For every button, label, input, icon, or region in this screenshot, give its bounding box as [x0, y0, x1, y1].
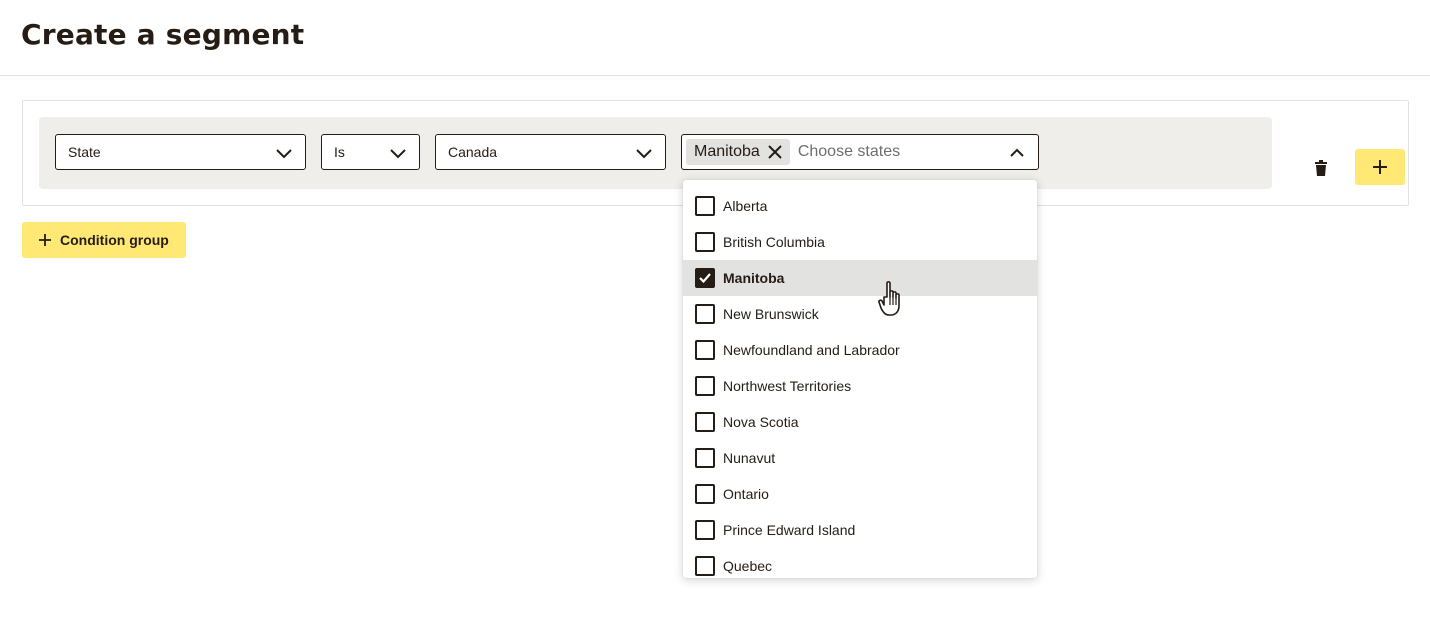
state-option-label: Newfoundland and Labrador	[723, 342, 900, 358]
operator-select[interactable]: Is	[321, 134, 420, 170]
checkmark-icon	[699, 273, 711, 284]
state-option-label: Prince Edward Island	[723, 522, 856, 538]
state-option[interactable]: Newfoundland and Labrador	[683, 332, 1037, 368]
page-title: Create a segment	[21, 18, 305, 51]
operator-select-value: Is	[334, 144, 345, 160]
states-dropdown: Alberta British Columbia Manitoba New Br…	[683, 180, 1037, 578]
state-option[interactable]: Ontario	[683, 476, 1037, 512]
state-option[interactable]: Northwest Territories	[683, 368, 1037, 404]
add-condition-group-button[interactable]: Condition group	[22, 222, 186, 258]
state-option[interactable]: Alberta	[683, 188, 1037, 224]
checkbox[interactable]	[695, 520, 715, 540]
state-option[interactable]: Nunavut	[683, 440, 1037, 476]
chevron-down-icon	[636, 149, 652, 159]
state-option[interactable]: Quebec	[683, 548, 1037, 578]
chip-label: Manitoba	[694, 143, 760, 160]
header-divider	[0, 75, 1430, 76]
state-option-label: Nova Scotia	[723, 414, 799, 430]
checkbox[interactable]	[695, 448, 715, 468]
close-icon[interactable]	[766, 143, 784, 161]
state-option[interactable]: Nova Scotia	[683, 404, 1037, 440]
checkbox[interactable]	[695, 340, 715, 360]
condition-group-label: Condition group	[60, 232, 169, 248]
state-option-selected[interactable]: Manitoba	[683, 260, 1037, 296]
field-select-value: State	[68, 144, 101, 160]
field-select[interactable]: State	[55, 134, 306, 170]
condition-row: State Is Canada Manitoba Choose states	[39, 117, 1405, 189]
state-option[interactable]: British Columbia	[683, 224, 1037, 260]
trash-icon[interactable]	[1312, 159, 1330, 177]
checkbox-checked[interactable]	[695, 268, 715, 288]
chevron-up-icon	[1010, 148, 1024, 157]
state-option-label: Nunavut	[723, 450, 776, 466]
state-option-label: Manitoba	[723, 270, 785, 286]
chevron-down-icon	[390, 149, 406, 159]
checkbox[interactable]	[695, 376, 715, 396]
country-select-value: Canada	[448, 144, 498, 160]
checkbox[interactable]	[695, 304, 715, 324]
plus-icon	[1373, 160, 1387, 174]
checkbox[interactable]	[695, 484, 715, 504]
selected-state-chip: Manitoba	[686, 139, 790, 165]
state-option[interactable]: New Brunswick	[683, 296, 1037, 332]
checkbox[interactable]	[695, 412, 715, 432]
add-condition-button[interactable]	[1355, 149, 1405, 185]
state-option-label: Alberta	[723, 198, 768, 214]
checkbox[interactable]	[695, 196, 715, 216]
state-option-label: New Brunswick	[723, 306, 819, 322]
country-select[interactable]: Canada	[435, 134, 666, 170]
state-option-label: British Columbia	[723, 234, 825, 250]
hand-pointer-icon	[878, 281, 900, 316]
states-search-input[interactable]: Choose states	[798, 143, 900, 161]
states-multiselect[interactable]: Manitoba Choose states	[681, 134, 1039, 170]
state-option-label: Northwest Territories	[723, 378, 852, 394]
plus-icon	[39, 234, 51, 246]
state-option-label: Quebec	[723, 558, 773, 574]
checkbox[interactable]	[695, 556, 715, 576]
state-option[interactable]: Prince Edward Island	[683, 512, 1037, 548]
chevron-down-icon	[276, 149, 292, 159]
checkbox[interactable]	[695, 232, 715, 252]
state-option-label: Ontario	[723, 486, 769, 502]
